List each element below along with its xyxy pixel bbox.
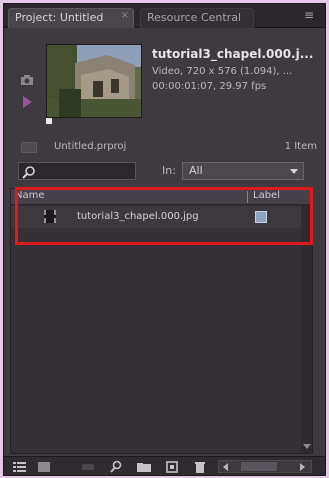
- automate-icon[interactable]: [80, 459, 96, 473]
- project-panel: Project: Untitled × Resource Central ≡ t…: [3, 3, 326, 476]
- tab-project-label: Project: Untitled: [15, 11, 104, 24]
- thumbnail-scrubber[interactable]: [46, 118, 52, 124]
- tab-project[interactable]: Project: Untitled ×: [8, 8, 134, 28]
- bottom-toolbar: [4, 456, 325, 475]
- highlight-annotation: [15, 187, 313, 245]
- clip-thumbnail: [46, 44, 142, 118]
- scrollbar-thumb[interactable]: [241, 462, 277, 471]
- panel-menu-icon[interactable]: ≡: [301, 8, 317, 24]
- poster-frame-icon[interactable]: [20, 74, 34, 86]
- search-input[interactable]: [18, 162, 136, 180]
- new-bin-icon[interactable]: [136, 459, 152, 473]
- find-icon[interactable]: [108, 459, 124, 473]
- list-view-icon[interactable]: [12, 459, 28, 473]
- in-label: In:: [162, 164, 176, 177]
- panel-tab-bar: Project: Untitled × Resource Central ≡: [4, 4, 325, 28]
- scroll-right-icon[interactable]: [300, 463, 305, 471]
- item-count: 1 Item: [284, 141, 317, 152]
- clip-duration-info: 00:00:01:07, 29.97 fps: [152, 81, 267, 92]
- clip-video-info: Video, 720 x 576 (1.094), ...: [152, 66, 293, 77]
- delete-icon[interactable]: [192, 459, 208, 473]
- new-item-icon[interactable]: [164, 459, 180, 473]
- tab-resource-central[interactable]: Resource Central: [140, 8, 254, 28]
- tab-resource-central-label: Resource Central: [147, 11, 241, 24]
- search-icon: [21, 164, 37, 179]
- project-file-icon: [21, 142, 37, 153]
- chevron-down-icon: [290, 169, 298, 174]
- scroll-down-icon[interactable]: [303, 444, 311, 449]
- close-icon[interactable]: ×: [121, 10, 129, 21]
- horizontal-scrollbar[interactable]: [218, 460, 312, 473]
- scroll-left-icon[interactable]: [223, 463, 228, 471]
- project-name: Untitled.prproj: [54, 141, 127, 152]
- in-filter-value: All: [189, 164, 203, 177]
- clip-title: tutorial3_chapel.000.j...: [152, 47, 314, 61]
- play-icon[interactable]: [23, 96, 32, 108]
- icon-view-icon[interactable]: [36, 459, 52, 473]
- in-filter-dropdown[interactable]: All: [182, 162, 304, 180]
